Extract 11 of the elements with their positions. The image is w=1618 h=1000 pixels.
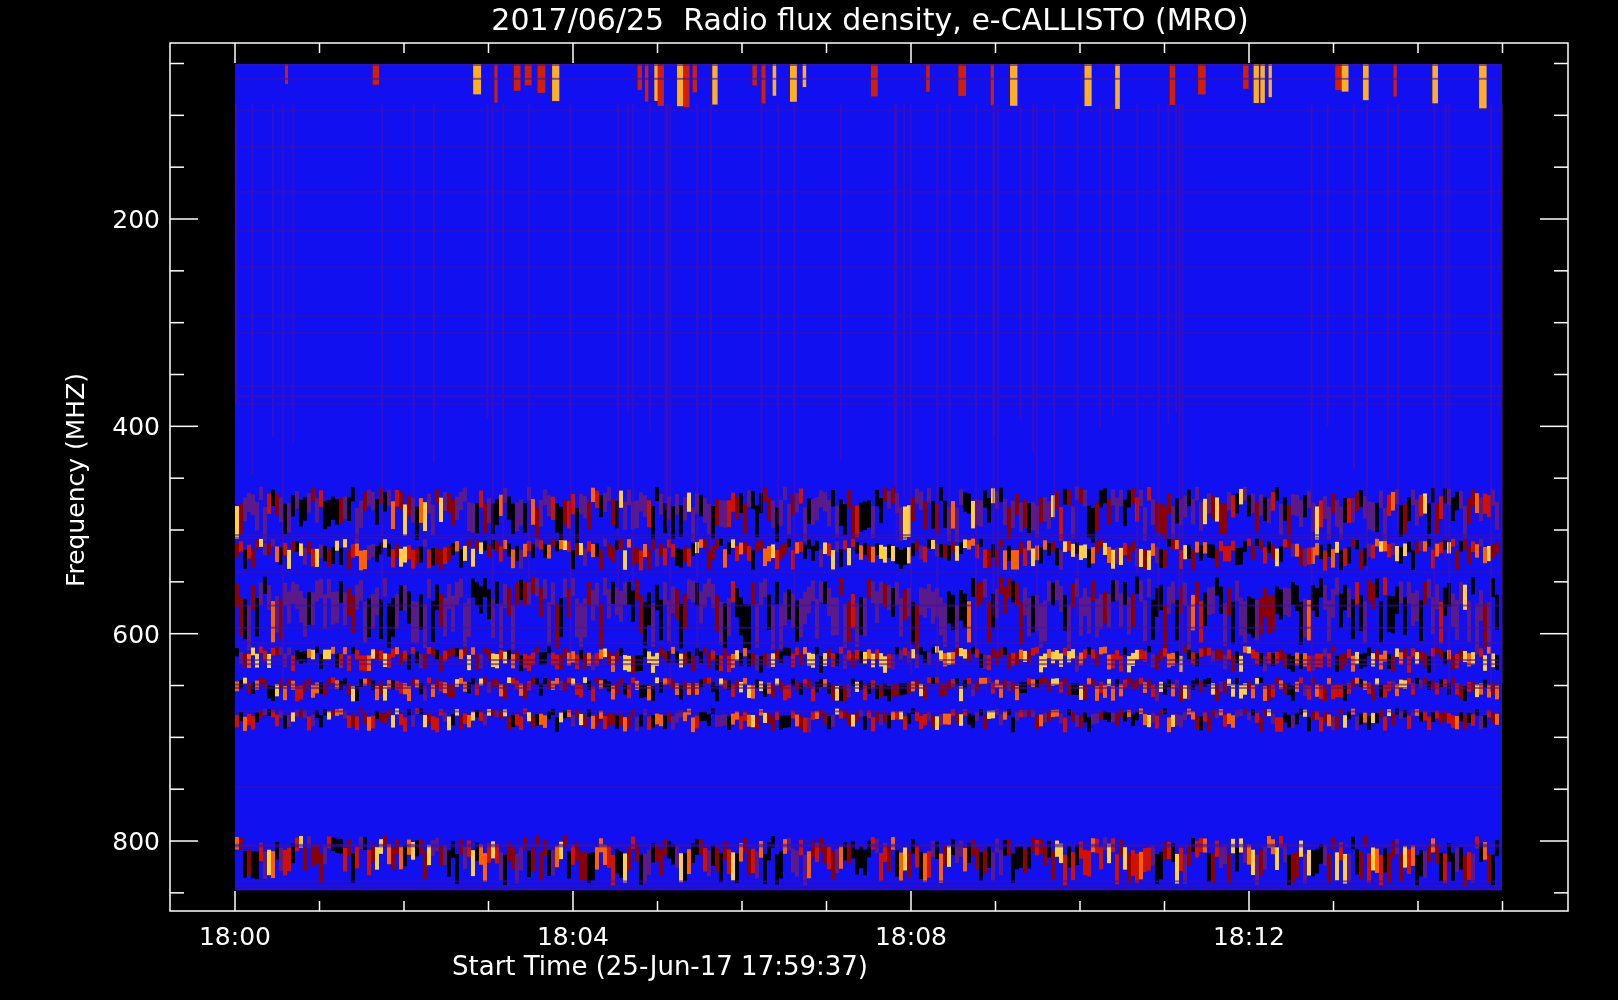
tick-label: 200 bbox=[112, 205, 160, 234]
tick-label: 18:12 bbox=[1213, 922, 1285, 951]
chart-title: 2017/06/25 Radio flux density, e-CALLISTO (MRO) bbox=[491, 2, 1249, 37]
tick-label: 600 bbox=[112, 619, 160, 649]
axis-label: Start Time (25-Jun-17 17:59:37) bbox=[452, 951, 868, 981]
tick-label: 400 bbox=[112, 412, 160, 442]
tick-label: 800 bbox=[112, 827, 160, 856]
tick-label: 18:04 bbox=[537, 922, 609, 951]
tick-label: 18:08 bbox=[875, 922, 947, 951]
axis-label: Frequency (MHZ) bbox=[61, 372, 90, 588]
tick-label: 18:00 bbox=[199, 922, 271, 951]
